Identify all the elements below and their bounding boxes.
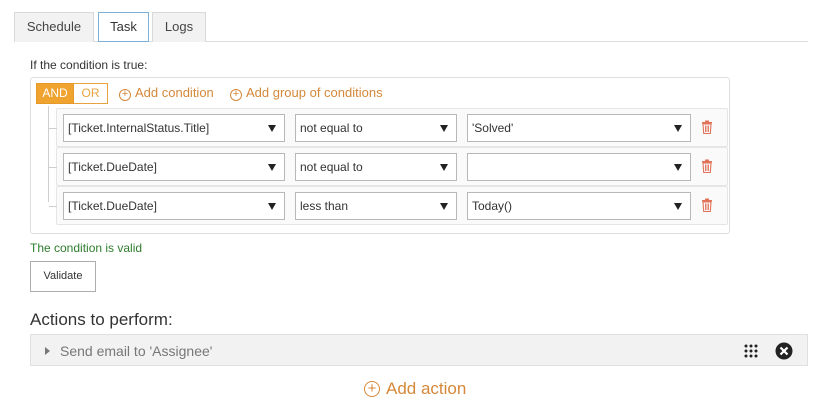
validate-button[interactable]: Validate	[30, 261, 96, 292]
plus-circle-icon: +	[119, 89, 131, 101]
tab-task[interactable]: Task	[98, 12, 149, 42]
field-select[interactable]: [Ticket.DueDate]	[63, 153, 285, 181]
action-item-label: Send email to 'Assignee'	[60, 343, 213, 359]
chevron-down-icon	[268, 125, 276, 132]
value-select[interactable]	[467, 153, 691, 181]
chevron-down-icon	[674, 125, 682, 132]
chevron-down-icon	[440, 125, 448, 132]
operator-select-value: not equal to	[300, 160, 363, 174]
plus-circle-icon: +	[230, 89, 242, 101]
chevron-down-icon	[268, 164, 276, 171]
value-select-value: 'Solved'	[472, 121, 514, 135]
actions-heading: Actions to perform:	[30, 310, 173, 329]
drag-grip-icon[interactable]	[744, 344, 758, 358]
tab-logs[interactable]: Logs	[152, 12, 206, 42]
add-action-button[interactable]: + Add action	[364, 378, 466, 400]
operator-select-value: less than	[300, 199, 349, 213]
operator-select[interactable]: not equal to	[295, 114, 457, 142]
add-group-button[interactable]: + Add group of conditions	[230, 83, 383, 103]
value-select[interactable]: 'Solved'	[467, 114, 691, 142]
field-select-value: [Ticket.DueDate]	[68, 199, 157, 213]
condition-row: [Ticket.DueDate] less than Today()	[49, 186, 728, 225]
operator-select-value: not equal to	[300, 121, 363, 135]
field-select[interactable]: [Ticket.InternalStatus.Title]	[63, 114, 285, 142]
action-item[interactable]: Send email to 'Assignee'	[30, 334, 808, 366]
and-button[interactable]: AND	[36, 83, 74, 104]
tree-connector	[48, 106, 49, 202]
add-condition-label: Add condition	[135, 85, 214, 100]
add-group-label: Add group of conditions	[246, 85, 383, 100]
chevron-down-icon	[440, 203, 448, 210]
trash-icon[interactable]	[701, 159, 713, 173]
chevron-down-icon	[268, 203, 276, 210]
chevron-down-icon	[674, 203, 682, 210]
chevron-down-icon	[440, 164, 448, 171]
close-icon[interactable]	[775, 342, 793, 360]
tab-schedule[interactable]: Schedule	[14, 12, 94, 42]
tab-bar: Schedule Task Logs	[14, 12, 808, 42]
operator-select[interactable]: less than	[295, 192, 457, 220]
field-select-value: [Ticket.DueDate]	[68, 160, 157, 174]
value-select[interactable]: Today()	[467, 192, 691, 220]
condition-status: The condition is valid	[30, 241, 143, 255]
or-button[interactable]: OR	[74, 83, 108, 104]
condition-row: [Ticket.InternalStatus.Title] not equal …	[49, 108, 728, 147]
operator-select[interactable]: not equal to	[295, 153, 457, 181]
add-condition-button[interactable]: + Add condition	[119, 83, 214, 103]
condition-builder: AND OR + Add condition + Add group of cond…	[30, 77, 730, 234]
plus-circle-icon: +	[364, 381, 380, 397]
and-or-toggle: AND OR	[36, 83, 108, 104]
chevron-down-icon	[674, 164, 682, 171]
condition-heading: If the condition is true:	[30, 58, 148, 72]
trash-icon[interactable]	[701, 120, 713, 134]
value-select-value: Today()	[472, 199, 513, 213]
condition-row: [Ticket.DueDate] not equal to	[49, 147, 728, 186]
trash-icon[interactable]	[701, 198, 713, 212]
field-select[interactable]: [Ticket.DueDate]	[63, 192, 285, 220]
field-select-value: [Ticket.InternalStatus.Title]	[68, 121, 210, 135]
caret-right-icon[interactable]	[45, 347, 50, 355]
add-action-label: Add action	[386, 379, 467, 398]
